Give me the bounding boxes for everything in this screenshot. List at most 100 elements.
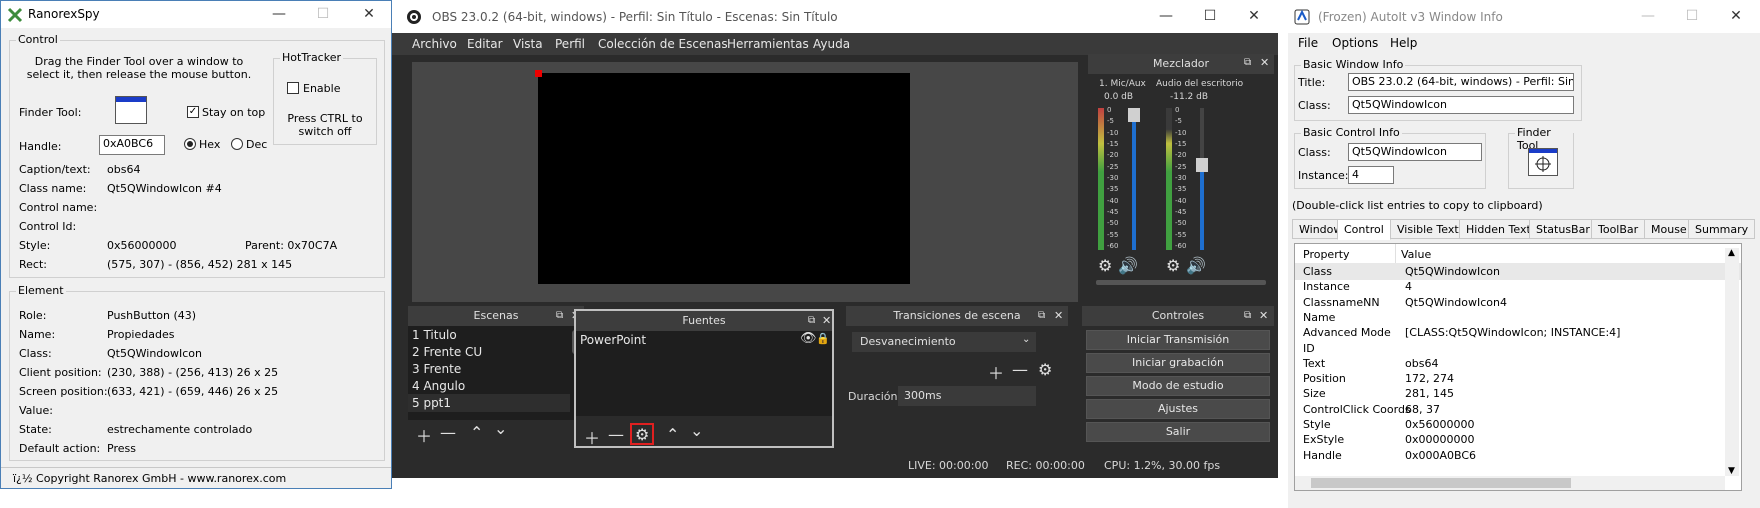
close-dock-icon[interactable]: ✕ (1259, 309, 1268, 322)
undock-icon[interactable]: ⧉ (1244, 310, 1251, 321)
clientpos-value: (230, 388) - (256, 413) 26 x 25 (107, 366, 279, 379)
minimize-button[interactable]: — (257, 1, 301, 28)
close-dock-icon[interactable]: ✕ (1260, 56, 1269, 69)
maximize-button[interactable]: ☐ (301, 1, 345, 28)
gear-icon[interactable]: ⚙ (1166, 256, 1180, 275)
gear-icon[interactable]: ⚙ (1098, 256, 1112, 275)
close-button[interactable]: ✕ (1232, 3, 1276, 30)
tab-summary[interactable]: Summary (1688, 219, 1756, 239)
col-value-header[interactable]: Value (1401, 248, 1431, 261)
close-dock-icon[interactable]: ✕ (1054, 309, 1063, 322)
speaker-icon[interactable]: 🔊 (1186, 256, 1206, 275)
start-recording-button[interactable]: Iniciar grabación (1086, 353, 1270, 373)
instance-field[interactable]: 4 (1348, 166, 1394, 184)
stay-on-top-checkbox[interactable]: ✓ (187, 106, 199, 118)
undock-icon[interactable]: ⧉ (556, 310, 563, 321)
menu-archivo[interactable]: Archivo (412, 37, 457, 51)
speaker-icon[interactable]: 🔊 (1118, 256, 1138, 275)
list-item[interactable]: 1 Titulo (412, 328, 457, 342)
menu-perfil[interactable]: Perfil (555, 37, 585, 51)
remove-icon[interactable]: — (1012, 360, 1028, 379)
maximize-button[interactable]: ☐ (1188, 3, 1232, 30)
mixer-scrollbar[interactable] (1096, 280, 1266, 285)
dock-title: Fuentes (576, 311, 832, 331)
tab-toolbar[interactable]: ToolBar (1591, 219, 1646, 239)
list-item[interactable]: 5 ppt1 (412, 396, 451, 410)
add-icon[interactable]: ＋ (416, 423, 432, 447)
handle-field[interactable]: 0xA0BC6 (99, 135, 165, 155)
start-streaming-button[interactable]: Iniciar Transmisión (1086, 330, 1270, 350)
undock-icon[interactable]: ⧉ (808, 315, 815, 326)
scroll-thumb[interactable] (1311, 478, 1571, 488)
tab-visible-text[interactable]: Visible Text (1390, 219, 1466, 239)
col-property-header[interactable]: Property (1303, 248, 1350, 261)
studio-mode-button[interactable]: Modo de estudio (1086, 376, 1270, 396)
undock-icon[interactable]: ⧉ (1038, 310, 1045, 321)
list-item[interactable]: PowerPoint (580, 333, 646, 347)
close-button[interactable]: ✕ (1714, 3, 1758, 30)
up-icon[interactable]: ⌃ (666, 425, 679, 444)
tab-control[interactable]: Control (1337, 219, 1391, 240)
horizontal-scrollbar[interactable] (1295, 476, 1725, 490)
down-icon[interactable]: ⌄ (690, 421, 703, 440)
chevron-down-icon[interactable]: ⌄ (1022, 334, 1030, 345)
tab-statusbar[interactable]: StatusBar (1529, 219, 1597, 239)
vertical-scrollbar[interactable]: ▲ ▼ (1725, 248, 1739, 476)
class-field[interactable]: Qt5QWindowIcon (1348, 96, 1574, 114)
menu-file[interactable]: File (1298, 36, 1318, 50)
title-field[interactable]: OBS 23.0.2 (64-bit, windows) - Perfil: S… (1348, 73, 1574, 91)
list-item[interactable]: Handle 0x000A0BC6 (1295, 447, 1741, 464)
add-icon[interactable]: ＋ (584, 425, 600, 449)
properties-button[interactable]: ⚙ (630, 423, 654, 445)
list-item[interactable]: 4 Angulo (412, 379, 465, 393)
dec-radio[interactable] (231, 138, 243, 150)
enable-checkbox[interactable] (287, 82, 299, 94)
value-label: Value: (19, 404, 53, 417)
finder-tool-icon[interactable] (115, 96, 147, 124)
down-icon[interactable]: ⌄ (494, 419, 507, 438)
ctrl-class-field[interactable]: Qt5QWindowIcon (1348, 143, 1482, 161)
menu-vista[interactable]: Vista (513, 37, 543, 51)
transition-select[interactable]: Desvanecimiento (852, 332, 1036, 352)
duration-label: Duración (848, 390, 898, 403)
remove-icon[interactable]: — (608, 425, 624, 444)
menu-help[interactable]: Help (1390, 36, 1417, 50)
duration-input[interactable]: 300ms (898, 386, 1036, 406)
desktop-volume-slider[interactable] (1200, 108, 1204, 250)
maximize-button[interactable]: ☐ (1670, 3, 1714, 30)
menu-herramientas[interactable]: Herramientas (727, 37, 809, 51)
obs-window: OBS 23.0.2 (64-bit, windows) - Perfil: S… (392, 0, 1278, 478)
tab-hidden-text[interactable]: Hidden Text (1459, 219, 1538, 239)
list-item[interactable]: 2 Frente CU (412, 345, 482, 359)
menu-editar[interactable]: Editar (467, 37, 503, 51)
list-item[interactable]: 3 Frente (412, 362, 461, 376)
finder-tool-icon[interactable] (1528, 148, 1558, 176)
transform-handle[interactable] (535, 70, 542, 77)
stay-on-top-label: Stay on top (202, 106, 266, 119)
preview-area[interactable] (412, 62, 1078, 302)
window-title: (Frozen) AutoIt v3 Window Info (1318, 10, 1503, 24)
up-icon[interactable]: ⌃ (470, 423, 483, 442)
exit-button[interactable]: Salir (1086, 422, 1270, 442)
eye-icon[interactable]: 👁 (800, 331, 817, 346)
close-dock-icon[interactable]: ✕ (822, 314, 831, 327)
autoit-logo-icon (1294, 9, 1310, 25)
mic-volume-slider[interactable] (1132, 108, 1136, 250)
lock-icon[interactable]: 🔒 (816, 332, 830, 345)
menu-options[interactable]: Options (1332, 36, 1378, 50)
desktop-volume-handle[interactable] (1196, 158, 1208, 172)
gear-icon[interactable]: ⚙ (1038, 360, 1052, 379)
remove-icon[interactable]: — (440, 423, 456, 442)
menu-coleccion-escenas[interactable]: Colección de Escenas (598, 37, 728, 51)
hex-radio[interactable] (184, 138, 196, 150)
undock-icon[interactable]: ⧉ (1244, 57, 1251, 68)
mic-volume-handle[interactable] (1128, 108, 1140, 122)
preview-canvas[interactable] (538, 73, 910, 284)
close-button[interactable]: ✕ (347, 1, 391, 28)
minimize-button[interactable]: — (1144, 3, 1188, 30)
settings-button[interactable]: Ajustes (1086, 399, 1270, 419)
tab-mouse[interactable]: Mouse (1644, 219, 1694, 239)
minimize-button[interactable]: — (1626, 3, 1670, 30)
add-icon[interactable]: ＋ (988, 360, 1004, 384)
menu-ayuda[interactable]: Ayuda (813, 37, 850, 51)
